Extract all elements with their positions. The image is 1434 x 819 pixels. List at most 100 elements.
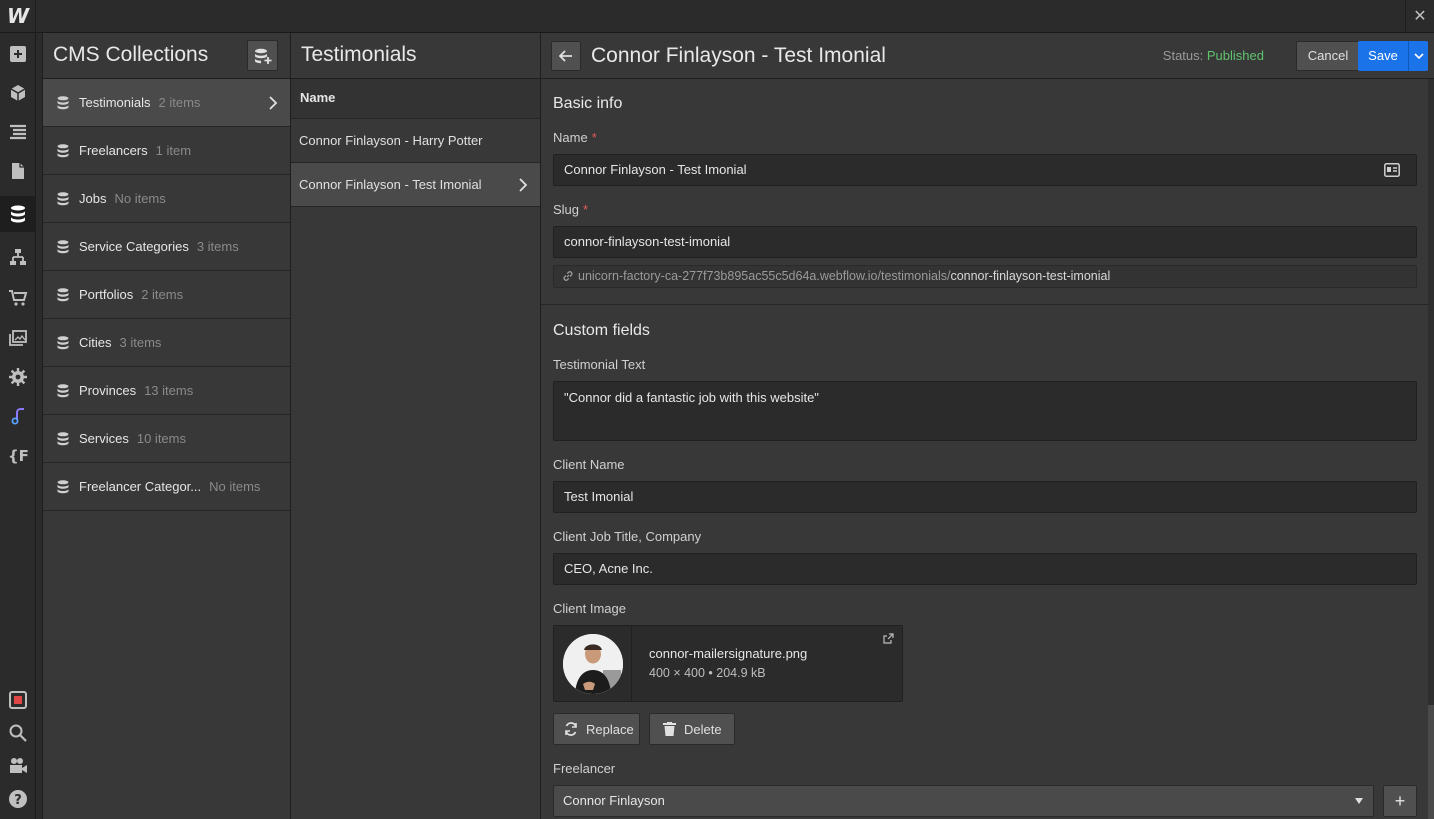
record-icon[interactable]	[0, 682, 36, 718]
add-collection-button[interactable]	[247, 40, 278, 71]
name-label: Name *	[553, 130, 597, 145]
collection-count: 3 items	[119, 335, 162, 350]
save-button[interactable]: Save	[1358, 41, 1408, 71]
client-name-label: Client Name	[553, 457, 625, 472]
list-item[interactable]: Connor Finlayson - Harry Potter	[291, 119, 540, 163]
collection-item[interactable]: Freelancers 1 item	[43, 127, 290, 175]
logic-flow-icon[interactable]	[0, 239, 36, 275]
testimonial-text-label: Testimonial Text	[553, 357, 646, 372]
collection-name: Freelancer Categor...	[79, 479, 202, 494]
delete-image-button[interactable]: Delete	[649, 713, 735, 745]
items-title: Testimonials	[301, 43, 417, 66]
collection-item[interactable]: Testimonials 2 items	[43, 79, 290, 127]
editor-scrollbar[interactable]	[1428, 79, 1434, 819]
navigator-icon[interactable]	[0, 114, 36, 150]
collection-name: Jobs	[79, 191, 107, 206]
freelancer-select[interactable]: Connor Finlayson	[553, 785, 1374, 817]
collections-header: CMS Collections	[43, 33, 290, 79]
client-image-card[interactable]: connor-mailersignature.png 400 × 400 • 2…	[553, 625, 903, 702]
collection-item[interactable]: Freelancer Categor... No items	[43, 463, 290, 511]
finsweet-icon[interactable]: {F	[0, 437, 36, 473]
add-panel-icon[interactable]	[0, 36, 36, 72]
client-image-thumbnail	[562, 633, 623, 694]
collection-items-panel: Testimonials Name Connor Finlayson - Har…	[291, 33, 541, 819]
client-job-input[interactable]: CEO, Acne Inc.	[553, 553, 1417, 585]
freelancer-selected-value: Connor Finlayson	[563, 793, 665, 808]
trash-icon	[663, 722, 676, 736]
arrow-left-icon	[559, 50, 572, 62]
pages-icon[interactable]	[0, 153, 36, 189]
status-label: Status:	[1162, 48, 1204, 63]
client-image-label: Client Image	[553, 601, 626, 616]
url-base: unicorn-factory-ca-277f73b895ac55c5d64a.…	[578, 269, 951, 283]
collection-item[interactable]: Service Categories 3 items	[43, 223, 290, 271]
slug-label: Slug *	[553, 202, 588, 217]
ecommerce-cart-icon[interactable]	[0, 280, 36, 316]
testimonial-text-value: "Connor did a fantastic job with this we…	[564, 390, 819, 405]
back-button[interactable]	[551, 41, 581, 71]
video-camera-icon[interactable]	[0, 748, 36, 784]
collection-item[interactable]: Portfolios 2 items	[43, 271, 290, 319]
status-value-badge: Published	[1206, 48, 1264, 63]
chevron-right-icon	[269, 96, 278, 110]
collection-count: 2 items	[158, 95, 201, 110]
svg-text:{F: {F	[8, 447, 28, 465]
help-icon[interactable]: ?	[0, 781, 36, 817]
collection-item[interactable]: Jobs No items	[43, 175, 290, 223]
external-link-icon[interactable]	[883, 633, 894, 644]
collection-item[interactable]: Services 10 items	[43, 415, 290, 463]
svg-text:?: ?	[14, 793, 22, 808]
person-photo-icon	[562, 633, 623, 694]
close-panel-button[interactable]: ✕	[1405, 0, 1434, 33]
cms-database-icon[interactable]	[0, 196, 36, 232]
basic-info-heading: Basic info	[553, 95, 623, 112]
left-toolbar: {F ?	[0, 33, 36, 819]
client-job-label: Client Job Title, Company	[553, 529, 702, 544]
collection-database-icon	[57, 383, 69, 397]
required-marker: *	[591, 130, 597, 145]
contact-card-icon[interactable]	[1384, 163, 1400, 177]
item-status: Status: Published	[1163, 48, 1264, 63]
assets-images-icon[interactable]	[0, 320, 36, 356]
cancel-button[interactable]: Cancel	[1296, 41, 1360, 71]
item-name: Connor Finlayson - Harry Potter	[299, 133, 483, 148]
collection-database-icon	[57, 287, 69, 301]
list-item[interactable]: Connor Finlayson - Test Imonial	[291, 163, 540, 207]
collection-count: 3 items	[196, 239, 239, 254]
slug-input[interactable]: connor-finlayson-test-imonial	[553, 226, 1417, 258]
audit-icon[interactable]	[0, 398, 36, 434]
item-editor-panel: Connor Finlayson - Test Imonial Status: …	[541, 33, 1434, 819]
add-database-icon	[254, 48, 271, 64]
replace-label: Replace	[586, 721, 634, 737]
image-thumbnail-frame	[554, 626, 632, 701]
collection-name: Provinces	[79, 383, 137, 398]
box-icon[interactable]	[0, 75, 36, 111]
collections-title: CMS Collections	[53, 43, 209, 66]
collection-item[interactable]: Provinces 13 items	[43, 367, 290, 415]
name-input[interactable]: Connor Finlayson - Test Imonial	[553, 154, 1417, 186]
search-icon[interactable]	[0, 715, 36, 751]
webflow-logo[interactable]: W	[7, 6, 29, 26]
item-url[interactable]: unicorn-factory-ca-277f73b895ac55c5d64a.…	[553, 265, 1417, 288]
client-job-value: CEO, Acne Inc.	[564, 561, 653, 576]
url-slug: connor-finlayson-test-imonial	[950, 269, 1111, 283]
collection-count: 2 items	[141, 287, 184, 302]
collection-database-icon	[57, 479, 69, 493]
item-title: Connor Finlayson - Test Imonial	[591, 44, 886, 67]
chevron-right-icon	[519, 178, 528, 192]
add-freelancer-button[interactable]: +	[1383, 785, 1417, 817]
settings-gear-icon[interactable]	[0, 359, 36, 395]
collection-database-icon	[57, 191, 69, 205]
replace-image-button[interactable]: Replace	[553, 713, 640, 745]
items-header: Testimonials	[291, 33, 540, 79]
save-options-button[interactable]	[1408, 41, 1428, 71]
client-name-input[interactable]: Test Imonial	[553, 481, 1417, 513]
custom-fields-heading: Custom fields	[553, 322, 650, 339]
scrollbar-thumb[interactable]	[1428, 705, 1434, 819]
collection-item[interactable]: Cities 3 items	[43, 319, 290, 367]
collection-database-icon	[57, 239, 69, 253]
items-column-header[interactable]: Name	[291, 79, 540, 119]
testimonial-text-input[interactable]: "Connor did a fantastic job with this we…	[553, 381, 1417, 441]
collection-name: Services	[79, 431, 129, 446]
collection-count: 10 items	[136, 431, 186, 446]
